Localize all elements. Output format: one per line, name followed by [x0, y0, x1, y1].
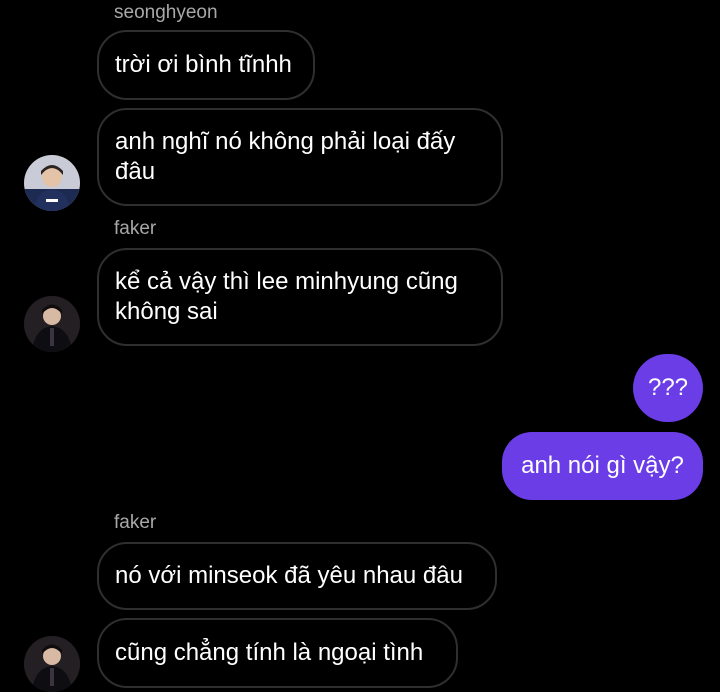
message-text: nó với minseok đã yêu nhau đâu — [115, 562, 463, 589]
outgoing-message[interactable]: anh nói gì vậy? — [502, 432, 703, 500]
message-text: kể cả vậy thì lee minhyung cũng không sa… — [115, 268, 458, 325]
message-text: anh nói gì vậy? — [521, 452, 684, 479]
avatar-image — [24, 296, 80, 352]
avatar-image — [24, 155, 80, 211]
sender-name: seonghyeon — [114, 2, 218, 23]
message-text: ??? — [647, 374, 689, 401]
message-text: cũng chẳng tính là ngoại tình — [115, 639, 424, 666]
message-text: anh nghĩ nó không phải loại đấy đâu — [115, 128, 456, 185]
sender-name: faker — [114, 512, 157, 533]
avatar[interactable] — [24, 636, 80, 692]
avatar[interactable] — [24, 155, 80, 211]
incoming-message[interactable]: trời ơi bình tĩnhh — [97, 30, 315, 100]
incoming-message[interactable]: kể cả vậy thì lee minhyung cũng không sa… — [97, 248, 503, 346]
avatar-image — [24, 636, 80, 692]
incoming-message[interactable]: anh nghĩ nó không phải loại đấy đâu — [97, 108, 503, 206]
sender-name: faker — [114, 218, 157, 239]
outgoing-message[interactable]: ??? — [633, 354, 703, 422]
message-text: trời ơi bình tĩnhh — [115, 51, 292, 78]
incoming-message[interactable]: nó với minseok đã yêu nhau đâu — [97, 542, 497, 610]
incoming-message[interactable]: cũng chẳng tính là ngoại tình — [97, 618, 458, 688]
avatar[interactable] — [24, 296, 80, 352]
